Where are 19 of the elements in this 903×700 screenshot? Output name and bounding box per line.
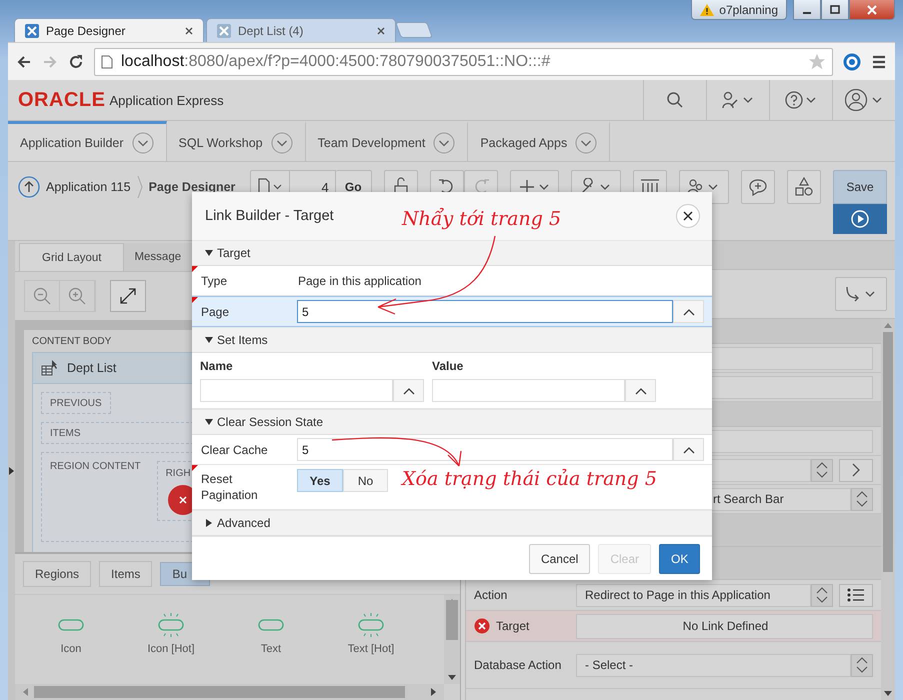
container-label: CONTENT BODY bbox=[32, 336, 112, 347]
logo: ORACLE bbox=[18, 88, 106, 112]
annotation-text: Xóa trạng thái của trang 5 bbox=[402, 468, 657, 490]
property-label: Database Action bbox=[474, 658, 562, 672]
column-header: Name bbox=[200, 359, 234, 373]
field-label: Page bbox=[201, 304, 230, 320]
property-label: Action bbox=[474, 588, 508, 602]
field-label: Reset Pagination bbox=[201, 471, 259, 504]
dialog-title: Link Builder - Target bbox=[205, 208, 334, 224]
property-label: Target bbox=[496, 619, 530, 633]
slot-placeholder: PREVIOUS bbox=[41, 392, 111, 414]
slot-label: REGION CONTENT bbox=[50, 461, 141, 474]
field-value: Page in this application bbox=[297, 274, 422, 288]
product-name: Application Express bbox=[109, 92, 224, 108]
field-label: Type bbox=[201, 272, 228, 290]
column-header: Value bbox=[432, 359, 464, 373]
annotation-text: Nhẩy tới trang 5 bbox=[402, 208, 562, 230]
field-label: Clear Cache bbox=[201, 442, 269, 458]
region-title: Dept List bbox=[67, 361, 116, 375]
